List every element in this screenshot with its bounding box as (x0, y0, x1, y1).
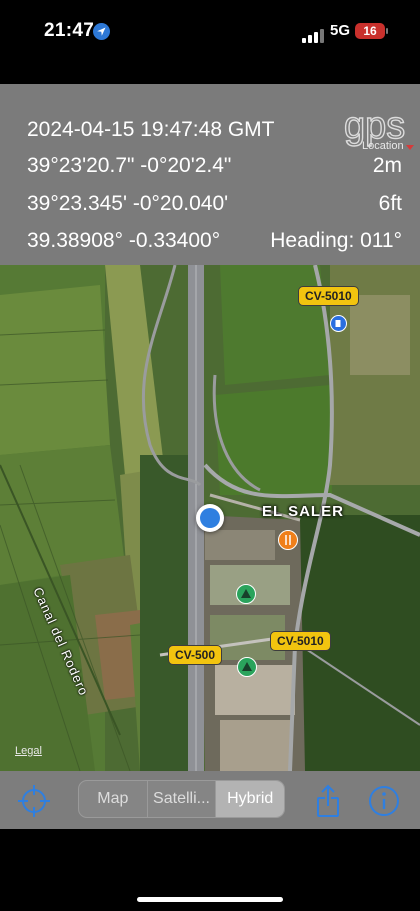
battery-tip (386, 28, 388, 34)
gps-location-logo: gps Location (342, 104, 420, 154)
info-icon (369, 786, 399, 816)
cellular-signal-icon (302, 25, 326, 43)
home-indicator[interactable] (137, 897, 283, 902)
heading-text: Heading: 011° (270, 229, 402, 252)
locate-me-button[interactable] (14, 781, 54, 821)
logo-subtext: Location (362, 140, 404, 152)
restaurant-icon[interactable] (278, 530, 298, 550)
ddm-coordinates: 39°23.345' -0°20.040' (27, 192, 229, 215)
accuracy-meters: 2m (372, 154, 402, 177)
share-icon (317, 784, 339, 817)
network-type: 5G (330, 22, 351, 39)
map-view[interactable]: Canal del Rodero EL SALER CV-5010 CV-501… (0, 265, 420, 771)
battery-icon: 16 (355, 23, 385, 39)
info-button[interactable] (364, 781, 404, 821)
fuel-station-icon[interactable] (330, 315, 347, 332)
legal-link[interactable]: Legal (15, 745, 42, 757)
road-badge-cv500: CV-500 (168, 645, 223, 665)
share-button[interactable] (308, 781, 348, 821)
status-bar: 21:47 5G 16 (0, 0, 420, 62)
current-location-dot (196, 504, 224, 532)
campground-icon[interactable] (236, 584, 256, 604)
status-time: 21:47 (44, 20, 95, 41)
road-badge-cv5010-north: CV-5010 (298, 286, 359, 306)
dms-coordinates: 39°23'20.7" -0°20'2.4" (27, 154, 232, 177)
location-services-icon (93, 23, 110, 40)
bottom-toolbar: Map Satelli... Hybrid (0, 771, 420, 829)
segment-hybrid[interactable]: Hybrid (216, 781, 284, 817)
road-badge-cv5010-south: CV-5010 (270, 631, 331, 651)
datetime-text: 2024-04-15 19:47:48 GMT (27, 118, 275, 141)
place-label-el-saler: EL SALER (262, 503, 344, 520)
map-type-segmented-control: Map Satelli... Hybrid (78, 780, 285, 818)
crosshair-icon (18, 785, 50, 817)
campground-icon-2[interactable] (237, 657, 257, 677)
accuracy-feet: 6ft (378, 192, 402, 215)
segment-map[interactable]: Map (79, 781, 148, 817)
decimal-coordinates: 39.38908° -0.33400° (27, 229, 221, 252)
segment-satellite[interactable]: Satelli... (148, 781, 217, 817)
